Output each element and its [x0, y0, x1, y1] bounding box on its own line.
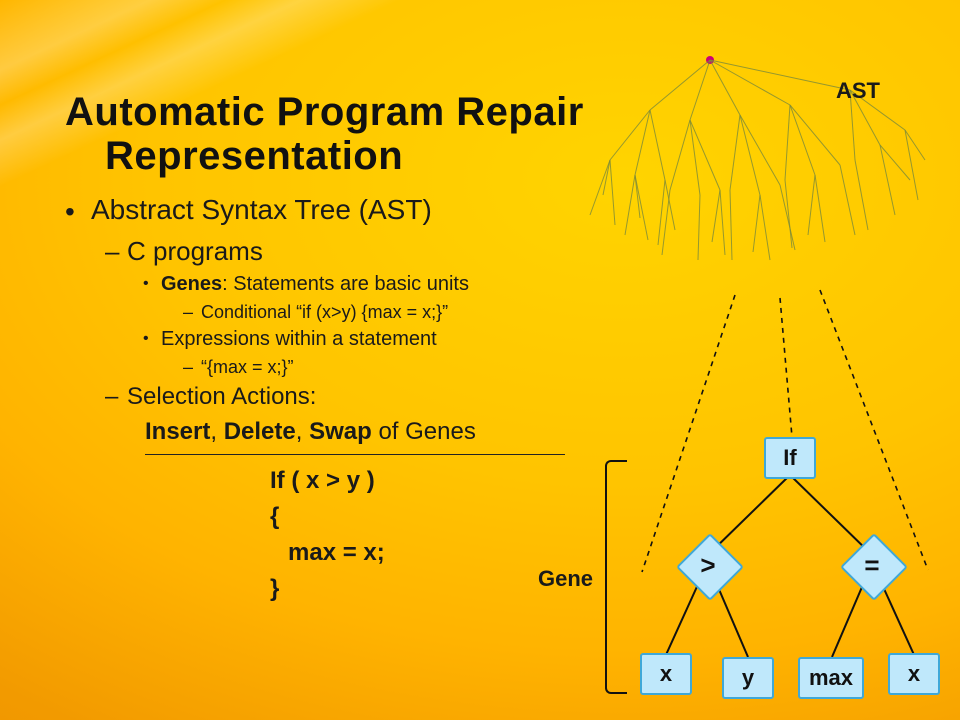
ast-label: AST [836, 78, 880, 104]
bullet-conditional: Conditional “if (x>y) {max = x;}” [183, 299, 605, 325]
code-line-2: { [270, 499, 605, 535]
slide-title: Automatic Program Repair Representation [65, 90, 585, 178]
node-if: If [764, 437, 816, 479]
code-line-1: If ( x > y ) [270, 463, 605, 499]
bullet-c-programs: C programs [105, 233, 605, 271]
node-x2: x [888, 653, 940, 695]
slide: Automatic Program Repair Representation … [0, 0, 960, 720]
title-line-2: Representation [65, 134, 585, 178]
node-gt: > [678, 535, 738, 595]
node-x1: x [640, 653, 692, 695]
title-line-1: Automatic Program Repair [65, 90, 584, 134]
gene-label: Gene [538, 566, 593, 592]
bullet-selection-actions: Selection Actions: [105, 380, 605, 415]
node-y: y [722, 657, 774, 699]
bullet-max-expr: “{max = x;}” [183, 354, 605, 380]
node-assign: = [842, 535, 902, 595]
divider-line [145, 454, 565, 455]
gene-tree: If > = x y max x [640, 435, 940, 700]
node-max: max [798, 657, 864, 699]
actions-line: Insert, Delete, Swap of Genes [145, 415, 605, 450]
bullet-expressions: Expressions within a statement [143, 325, 605, 354]
gene-bracket [605, 460, 627, 694]
ast-illustration [570, 20, 930, 280]
bullet-ast: Abstract Syntax Tree (AST) [65, 190, 605, 233]
bullet-genes: Genes: Statements are basic units [143, 270, 605, 299]
content-area: Abstract Syntax Tree (AST) C programs Ge… [65, 190, 605, 607]
